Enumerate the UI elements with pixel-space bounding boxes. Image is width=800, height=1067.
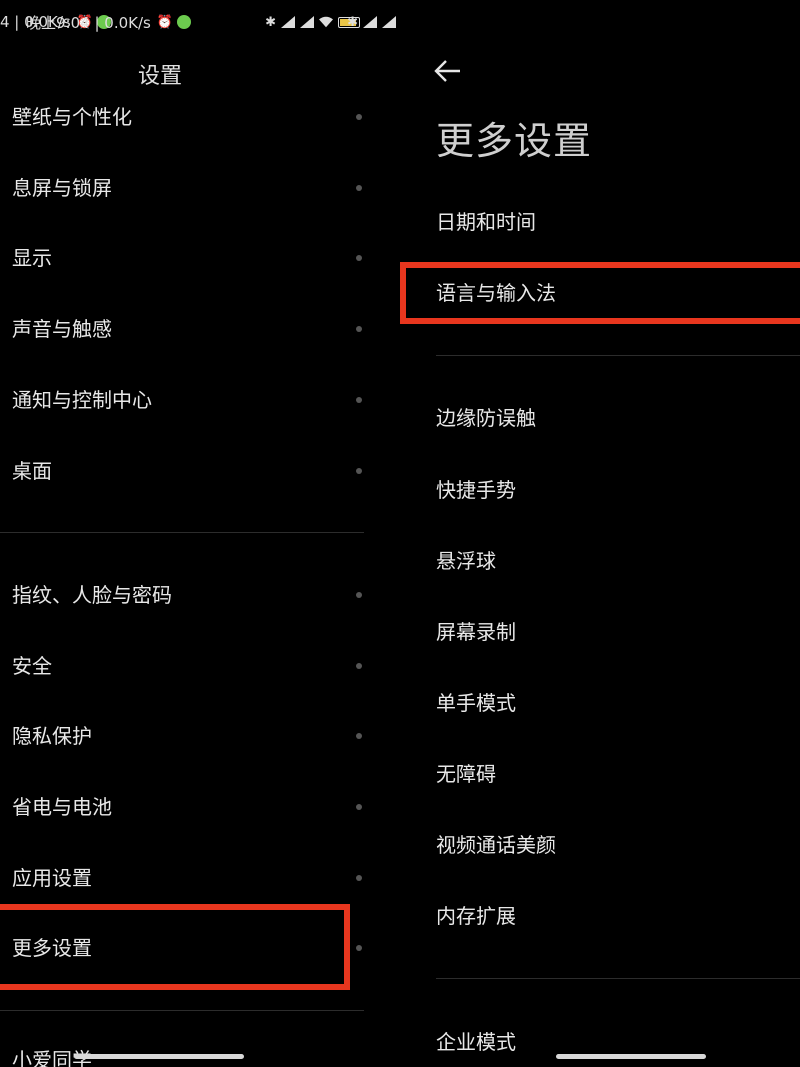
more-item-edge-touch[interactable]: 边缘防误触 [436,398,536,438]
status-text: 晚上9:04 | 0.0K/s [26,13,151,32]
more-item-memory-extension[interactable]: 内存扩展 [436,896,516,936]
home-indicator[interactable] [74,1054,244,1059]
chevron-icon [356,592,362,598]
settings-item-privacy[interactable]: 隐私保护 [12,716,92,756]
signal-icon [382,16,396,28]
chevron-icon [356,468,362,474]
more-item-video-beauty[interactable]: 视频通话美颜 [436,825,556,865]
chevron-icon [356,804,362,810]
more-item-screen-record[interactable]: 屏幕录制 [436,612,516,652]
section-divider [436,978,800,979]
chevron-icon [356,114,362,120]
chevron-icon [356,945,362,951]
settings-item-apps[interactable]: 应用设置 [12,858,92,898]
bluetooth-icon: ✱ [347,14,358,30]
more-item-accessibility[interactable]: 无障碍 [436,754,496,794]
chevron-icon [356,875,362,881]
alarm-icon: ⏰ [156,14,174,30]
settings-item-battery[interactable]: 省电与电池 [12,787,112,827]
back-arrow-icon[interactable] [434,56,462,86]
more-item-one-hand[interactable]: 单手模式 [436,683,516,723]
more-item-floating-ball[interactable]: 悬浮球 [436,541,496,581]
section-divider [0,1010,364,1011]
more-item-enterprise[interactable]: 企业模式 [436,1022,516,1062]
message-icon [177,15,192,29]
chevron-icon [356,326,362,332]
chevron-icon [356,663,362,669]
panel-gap [364,0,400,1067]
settings-panel: 4 | 0.0K/s ⏰ ✱ 设置 壁纸与个性化 息屏与锁屏 显示 声音与触感 … [0,0,364,1067]
status-bar: 晚上9:04 | 0.0K/s ⏰ ✱ [26,8,400,36]
home-indicator[interactable] [556,1054,706,1059]
section-divider [436,355,800,356]
highlight-box [0,904,350,990]
page-title: 更多设置 [436,119,593,163]
chevron-icon [356,255,362,261]
more-item-gestures[interactable]: 快捷手势 [436,470,516,510]
settings-item-lockscreen[interactable]: 息屏与锁屏 [12,168,112,208]
chevron-icon [356,733,362,739]
section-divider [0,532,364,533]
settings-item-desktop[interactable]: 桌面 [12,451,52,491]
page-title: 设置 [137,64,182,89]
settings-item-wallpaper[interactable]: 壁纸与个性化 [12,97,132,137]
chevron-icon [356,397,362,403]
settings-item-sound[interactable]: 声音与触感 [12,309,112,349]
more-item-datetime[interactable]: 日期和时间 [436,202,536,242]
settings-item-notifications[interactable]: 通知与控制中心 [12,380,152,420]
highlight-box [400,262,800,324]
signal-icon [363,16,377,28]
settings-item-display[interactable]: 显示 [12,238,52,278]
settings-item-fingerprint[interactable]: 指纹、人脸与密码 [12,575,172,615]
settings-item-security[interactable]: 安全 [12,646,52,686]
chevron-icon [356,185,362,191]
